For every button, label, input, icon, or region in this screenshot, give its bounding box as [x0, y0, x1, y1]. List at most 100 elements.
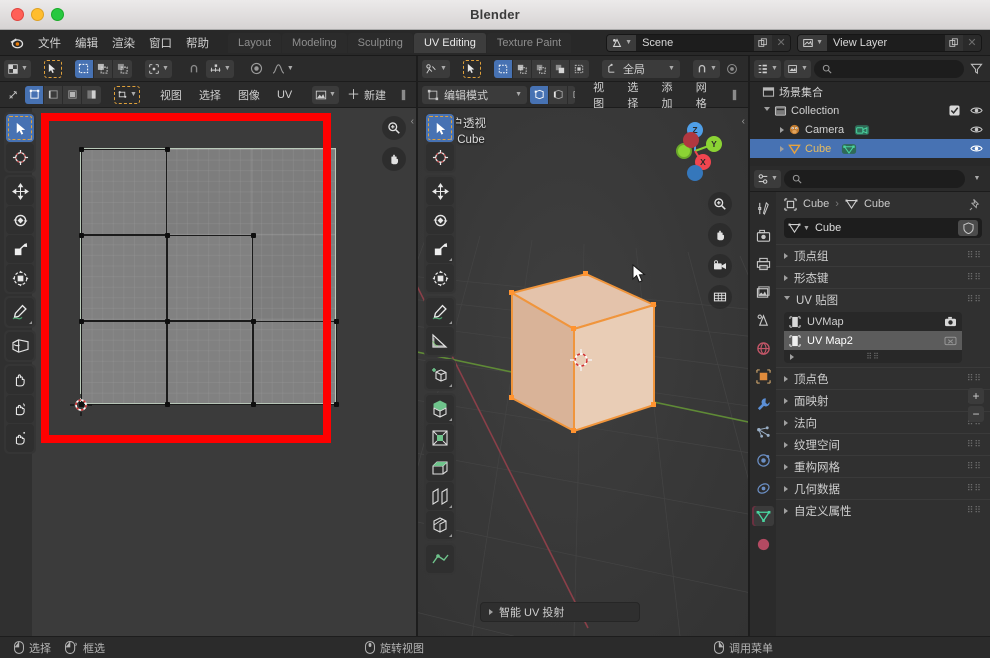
breadcrumb-mesh-name[interactable]: Cube	[864, 198, 890, 210]
menu-help[interactable]: 帮助	[179, 32, 216, 54]
uv-tool-transform[interactable]	[6, 264, 34, 292]
uv-vertex[interactable]	[334, 319, 339, 324]
chevron-down-icon[interactable]	[764, 107, 770, 114]
workspace-tab-sculpting[interactable]: Sculpting	[347, 32, 413, 53]
v3d-tool-cursor[interactable]	[426, 143, 454, 171]
vertex-select-icon[interactable]	[25, 85, 44, 104]
disclosure-triangle-icon[interactable]	[784, 252, 788, 259]
snap-magnet-icon[interactable]	[185, 60, 203, 78]
workspace-tab-texture-paint[interactable]: Texture Paint	[486, 32, 572, 53]
drag-grip-icon[interactable]: ⠿⠿	[967, 272, 982, 283]
image-datablock-icon[interactable]: ▼	[312, 85, 339, 104]
viewport-select-mode-group[interactable]	[493, 59, 589, 78]
panel-texture-space[interactable]: 纹理空间 ⠿⠿	[776, 433, 990, 455]
v3d-tool-measure[interactable]	[426, 327, 454, 355]
disclosure-triangle-icon[interactable]	[784, 507, 788, 514]
outliner-row-scene-collection[interactable]: 场景集合	[750, 82, 990, 101]
duplicate-icon[interactable]	[945, 34, 963, 51]
v3d-tool-annotate[interactable]	[426, 298, 454, 326]
v3d-tool-add-cube[interactable]	[426, 361, 454, 389]
panel-remesh[interactable]: 重构网格 ⠿⠿	[776, 455, 990, 477]
panel-vertex-colors[interactable]: 顶点色 ⠿⠿	[776, 367, 990, 389]
toggle-ortho-icon[interactable]	[708, 285, 732, 309]
falloff-curve-icon[interactable]: ▼	[269, 60, 297, 78]
uv-menu-uv[interactable]: UV	[270, 87, 299, 103]
uv-map-list[interactable]: UVMap UV Map2 ⠿⠿	[784, 312, 962, 363]
v3d-tool-poly-build[interactable]	[426, 545, 454, 573]
outliner-search-input[interactable]	[813, 59, 964, 78]
camera-active-icon[interactable]	[944, 316, 957, 327]
grip-dots-icon[interactable]: ⠿⠿	[866, 352, 880, 361]
uv-canvas[interactable]: ‹	[32, 108, 416, 636]
particles-icon[interactable]	[752, 422, 774, 442]
mesh-select-mode-group[interactable]	[530, 85, 575, 104]
workspace-tab-uv-editing[interactable]: UV Editing	[413, 32, 486, 53]
outliner-row-cube[interactable]: Cube	[750, 139, 990, 158]
add-uv-map-button[interactable]: +	[968, 388, 984, 404]
v3d-tool-move[interactable]	[426, 177, 454, 205]
panel-normals[interactable]: 法向 ⠿⠿	[776, 411, 990, 433]
extend-icon[interactable]	[512, 59, 532, 78]
face-select-icon[interactable]	[568, 85, 575, 104]
snap-increment-icon[interactable]: ▼	[205, 59, 234, 78]
v3d-tool-inset-faces[interactable]	[426, 424, 454, 452]
mesh-data-triangle-icon[interactable]	[752, 506, 774, 526]
collection-checkbox[interactable]	[949, 105, 960, 116]
viewport-editor-type-icon[interactable]: ▼	[422, 59, 450, 78]
menu-render[interactable]: 渲染	[105, 32, 142, 54]
panel-uv-maps[interactable]: UV 贴图 ⠿⠿	[776, 288, 990, 310]
camera-data-icon[interactable]	[854, 124, 870, 136]
gizmo-axis-neg-x[interactable]	[683, 132, 699, 148]
v3d-tool-bevel[interactable]	[426, 453, 454, 481]
uv-sidebar-toggle-icon[interactable]: ‹	[411, 116, 414, 127]
v3d-tool-transform[interactable]	[426, 264, 454, 292]
mesh-datablock-field[interactable]: ▼ Cube	[784, 218, 982, 238]
view-layer-datablock[interactable]: ▼ View Layer ✕	[797, 33, 982, 52]
extend-icon[interactable]	[93, 59, 113, 78]
disclosure-triangle-icon[interactable]	[784, 296, 790, 303]
intersect-icon[interactable]	[550, 59, 570, 78]
edge-select-icon[interactable]	[44, 85, 63, 104]
viewport-sidebar-toggle-icon[interactable]: ‹	[742, 116, 745, 127]
disclosure-triangle-icon[interactable]	[784, 397, 788, 404]
uv-map-item-uvmap2[interactable]: UV Map2	[784, 331, 962, 350]
chevron-right-icon[interactable]	[780, 126, 784, 133]
v3d-tool-tweak[interactable]	[426, 114, 454, 142]
render-camera-icon[interactable]	[752, 226, 774, 246]
disclosure-triangle-icon[interactable]	[784, 441, 788, 448]
mesh-datablock-name[interactable]: Cube	[815, 222, 841, 234]
scene-cone-icon[interactable]	[752, 310, 774, 330]
v3d-tool-extrude-region[interactable]	[426, 395, 454, 423]
uv-tool-rotate[interactable]	[6, 206, 34, 234]
uv-tool-move[interactable]	[6, 177, 34, 205]
v3d-tool-scale[interactable]	[426, 235, 454, 263]
drag-grip-icon[interactable]: ⠿⠿	[967, 505, 982, 516]
menu-file[interactable]: 文件	[31, 32, 68, 54]
close-icon[interactable]: ✕	[772, 34, 791, 51]
drag-grip-icon[interactable]: ⠿⠿	[967, 461, 982, 472]
uv-menu-image[interactable]: 图像	[231, 85, 267, 105]
uv-map-list-resize[interactable]: ⠿⠿	[784, 350, 962, 363]
drag-grip-icon[interactable]: ⠿⠿	[967, 250, 982, 261]
sticky-selection-icon[interactable]: ▼	[114, 85, 140, 104]
workspace-tab-modeling[interactable]: Modeling	[282, 32, 347, 53]
zoom-in-icon[interactable]	[708, 192, 732, 216]
uv-sync-selection-icon[interactable]	[4, 86, 22, 104]
image-options-icon[interactable]	[394, 86, 412, 104]
face-select-icon[interactable]	[63, 85, 82, 104]
proportional-edit-icon[interactable]	[723, 60, 741, 78]
view-layer-name[interactable]: View Layer	[827, 37, 945, 49]
uv-tool-grab[interactable]	[6, 366, 34, 394]
uv-tool-cursor[interactable]	[6, 143, 34, 171]
blender-logo-icon[interactable]	[9, 35, 24, 50]
set-new-icon[interactable]	[74, 59, 94, 78]
menu-edit[interactable]: 编辑	[68, 32, 105, 54]
scene-icon[interactable]: ▼	[607, 34, 637, 51]
breadcrumb-object-name[interactable]: Cube	[803, 198, 829, 210]
world-globe-icon[interactable]	[752, 338, 774, 358]
duplicate-icon[interactable]	[754, 34, 773, 51]
uv-tool-scale[interactable]	[6, 235, 34, 263]
mesh-data-icon[interactable]	[841, 143, 857, 155]
uv-vertex[interactable]	[334, 402, 339, 407]
tool-wrench-screwdriver-icon[interactable]	[752, 198, 774, 218]
